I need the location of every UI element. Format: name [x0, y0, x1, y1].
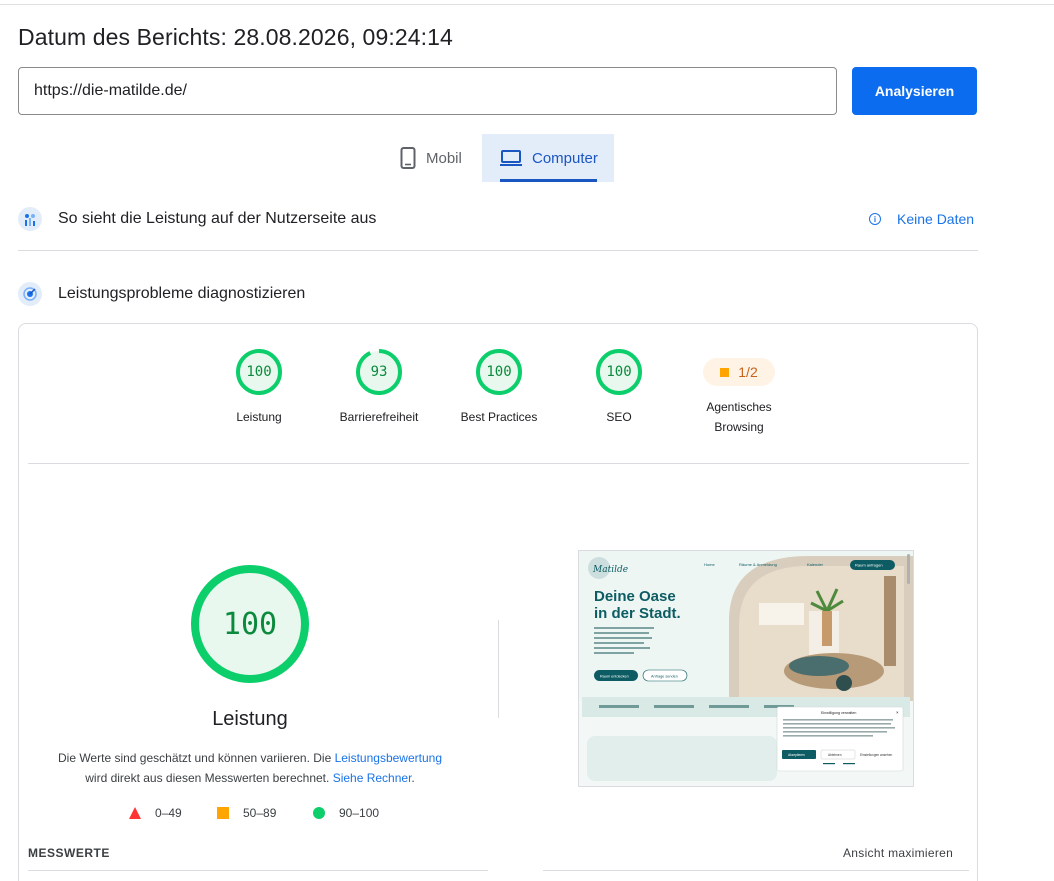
agentic-label: Agentisches Browsing: [679, 397, 799, 437]
users-chart-icon: [18, 207, 42, 231]
screenshot-nav-rooms: Räume & Anmeldung: [739, 562, 777, 567]
performance-label: Leistung: [212, 708, 288, 730]
screenshot-image: Matilde Home Räume & Anmeldung Kalender …: [579, 551, 913, 786]
score-ring: 93: [355, 348, 403, 396]
no-data-status[interactable]: i Keine Daten: [869, 211, 974, 227]
legend-fail-range: 0–49: [155, 806, 182, 820]
note-text-1: Die Werte sind geschätzt und können vari…: [57, 751, 335, 765]
diagnose-title: Leistungsprobleme diagnostizieren: [58, 285, 306, 302]
screenshot-btn-1: Raum entdecken: [600, 675, 629, 679]
info-icon: i: [869, 213, 881, 225]
screenshot-cookie-title: Einwilligung verwalten: [821, 711, 856, 715]
average-square-icon: [720, 367, 730, 377]
score-label: Leistung: [236, 410, 282, 424]
tab-mobile-label: Mobil: [426, 149, 462, 167]
vertical-divider: [498, 620, 499, 718]
scoring-link[interactable]: Leistungsbewertung: [335, 751, 442, 765]
legend-average-range: 50–89: [243, 806, 277, 820]
score-label: SEO: [606, 410, 632, 424]
note-end: .: [411, 771, 415, 785]
score-value: 100: [606, 364, 632, 380]
legend-average: 50–89: [217, 806, 276, 820]
analyze-button[interactable]: Analysieren: [852, 67, 977, 115]
screenshot-cookie-deny: Ablehnen: [828, 753, 842, 757]
screenshot-logo: Matilde: [592, 565, 628, 575]
pagespeed-report: Datum des Berichts: 28.08.2026, 09:24:14…: [0, 0, 1054, 881]
tab-computer-label: Computer: [532, 149, 598, 167]
agentic-label-line2: Browsing: [714, 420, 764, 434]
no-data-label: Keine Daten: [897, 211, 975, 227]
screenshot-cookie-accept: Akzeptieren: [788, 753, 805, 757]
score-ring: 100: [595, 348, 643, 396]
screenshot-btn-2: Anfrage senden: [651, 675, 678, 679]
screenshot-cookie-settings: Einstellungen ansehen: [860, 753, 892, 757]
gauge-leistung[interactable]: 100 Leistung: [199, 348, 319, 427]
score-value: 100: [486, 364, 512, 380]
triangle-icon: [129, 807, 141, 819]
field-data-title: So sieht die Leistung auf der Nutzerseit…: [58, 210, 377, 227]
score-value: 93: [370, 364, 388, 380]
screenshot-cta: Raum anfragen: [855, 563, 883, 568]
score-label: Barrierefreiheit: [339, 410, 419, 424]
top-border: [0, 4, 1054, 5]
metrics-heading: MESSWERTE: [28, 846, 110, 860]
metrics-divider-left: [28, 870, 488, 871]
card-divider: [28, 463, 969, 464]
calculator-link[interactable]: Siehe Rechner: [333, 771, 412, 785]
legend-pass-range: 90–100: [339, 806, 380, 820]
agentic-score-pill: 1/2: [703, 358, 775, 386]
score-value: 100: [246, 364, 272, 380]
performance-note: Die Werte sind geschätzt und können vari…: [50, 748, 450, 788]
section-divider: [18, 250, 978, 251]
score-ring: 100: [235, 348, 283, 396]
url-input[interactable]: [18, 67, 837, 115]
score-label: Best Practices: [460, 410, 538, 424]
lighthouse-icon: [18, 282, 42, 306]
score-ring: 100: [475, 348, 523, 396]
agentic-value: 1/2: [738, 364, 758, 380]
screenshot-headline-2: in der Stadt.: [594, 605, 681, 622]
gauge-seo[interactable]: 100 SEO: [559, 348, 679, 427]
note-text-2: wird direkt aus diesen Messwerten berech…: [85, 771, 333, 785]
laptop-icon: [500, 149, 522, 167]
tab-computer[interactable]: Computer: [482, 134, 614, 182]
tab-active-indicator: [500, 179, 597, 182]
field-data-header: So sieht die Leistung auf der Nutzerseit…: [18, 207, 376, 231]
page-screenshot[interactable]: Matilde Home Räume & Anmeldung Kalender …: [578, 550, 914, 787]
svg-text:×: ×: [896, 710, 899, 715]
diagnose-header: Leistungsprobleme diagnostizieren: [18, 282, 305, 306]
report-card: 100 Leistung 93 Barrierefreiheit 100 Bes…: [18, 323, 978, 881]
report-date-title: Datum des Berichts: 28.08.2026, 09:24:14: [18, 24, 453, 50]
screenshot-headline-1: Deine Oase: [594, 588, 676, 605]
screenshot-nav-home: Home: [704, 562, 715, 567]
gauge-barrierefreiheit[interactable]: 93 Barrierefreiheit: [319, 348, 439, 427]
performance-score: 100: [222, 606, 278, 642]
legend-fail: 0–49: [129, 806, 182, 820]
square-icon: [217, 807, 229, 819]
tab-mobile[interactable]: Mobil: [386, 134, 482, 182]
agentic-label-line1: Agentisches: [706, 400, 772, 414]
metrics-divider-right: [543, 870, 969, 871]
screenshot-nav-calendar: Kalender: [807, 562, 824, 567]
phone-icon: [400, 147, 416, 169]
circle-icon: [313, 807, 325, 819]
legend-pass: 90–100: [313, 806, 379, 820]
expand-view-toggle[interactable]: Ansicht maximieren: [843, 846, 953, 860]
gauge-agentic-browsing[interactable]: 1/2 Agentisches Browsing: [679, 348, 799, 437]
performance-gauge: 100: [190, 564, 310, 684]
gauge-best-practices[interactable]: 100 Best Practices: [439, 348, 559, 427]
